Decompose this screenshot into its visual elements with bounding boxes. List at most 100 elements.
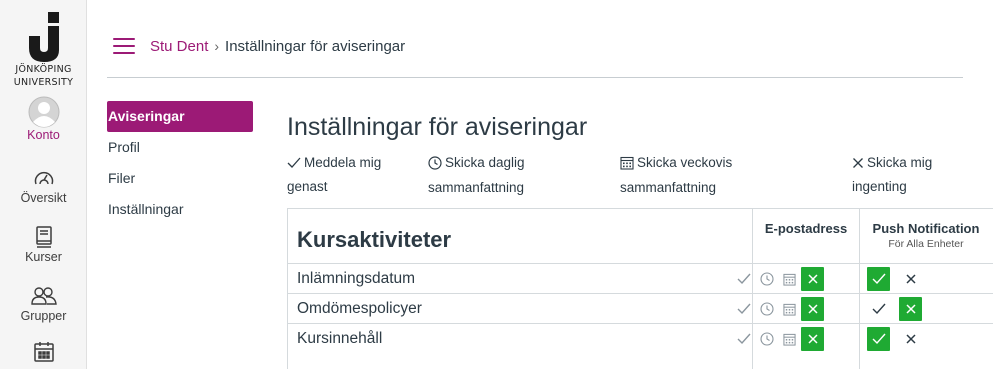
legend-daily: Skicka daglig sammanfattning	[428, 152, 525, 199]
breadcrumb-user-link[interactable]: Stu Dent	[150, 38, 208, 55]
legend-weekly: Skicka veckovis sammanfattning	[620, 152, 732, 199]
notification-preferences-table: Kursaktiviteter E-postadress Push Notifi…	[287, 208, 993, 353]
subnav-item-files[interactable]: Filer	[107, 163, 253, 194]
push-options	[867, 267, 922, 291]
option-never-button[interactable]	[801, 297, 824, 321]
x-icon	[807, 334, 818, 344]
university-logo-mark	[28, 12, 59, 62]
option-daily-button[interactable]	[755, 297, 778, 321]
avatar-icon	[28, 96, 60, 128]
legend-immediately-line1: Meddela mig	[304, 155, 382, 170]
page-title: Inställningar för aviseringar	[287, 113, 588, 141]
row-label: Inlämningsdatum	[297, 270, 416, 287]
x-icon	[905, 304, 916, 314]
legend-immediately: Meddela mig genast	[287, 152, 381, 198]
table-header-row: Kursaktiviteter E-postadress Push Notifi…	[287, 208, 993, 263]
push-column-border	[859, 208, 860, 369]
courses-icon	[35, 224, 53, 250]
email-column-border	[752, 208, 753, 369]
subnav-item-label: Filer	[108, 170, 136, 186]
table-row: Inlämningsdatum	[287, 263, 993, 293]
push-column-subtitle: För Alla Enheter	[888, 238, 964, 250]
option-never-button[interactable]	[801, 327, 824, 351]
breadcrumb-separator: ›	[214, 38, 220, 54]
x-icon	[807, 304, 818, 314]
clock-icon	[759, 332, 774, 346]
push-options	[867, 297, 922, 321]
global-nav-account[interactable]: Konto	[0, 96, 87, 142]
table-row: Kursinnehåll	[287, 323, 993, 353]
subnav-item-settings[interactable]: Inställningar	[107, 194, 253, 225]
x-icon	[905, 274, 916, 284]
check-icon	[872, 333, 886, 345]
dashboard-icon	[33, 165, 55, 191]
email-options	[732, 297, 824, 321]
subnav-item-label: Inställningar	[108, 201, 184, 217]
legend-never: Skicka mig ingenting	[852, 152, 932, 198]
university-logo[interactable]: JÖNKÖPING UNIVERSITY	[0, 0, 87, 92]
legend-immediately-line2: genast	[287, 179, 328, 194]
clock-icon	[428, 156, 442, 170]
legend-never-line1: Skicka mig	[867, 155, 933, 170]
option-never-button[interactable]	[801, 267, 824, 291]
subnav-item-label: Aviseringar	[108, 108, 185, 124]
page-header: Stu Dent › Inställningar för aviseringar	[113, 33, 405, 59]
hamburger-menu-icon[interactable]	[113, 38, 135, 54]
groups-icon	[30, 283, 57, 309]
check-icon	[737, 333, 751, 345]
global-nav-groups[interactable]: Grupper	[0, 283, 87, 323]
option-daily-button[interactable]	[755, 327, 778, 351]
subnav-item-notifications[interactable]: Aviseringar	[107, 101, 253, 132]
option-weekly-button[interactable]	[778, 267, 801, 291]
calendar-week-icon	[620, 156, 634, 170]
account-subnav: Aviseringar Profil Filer Inställningar	[107, 101, 253, 225]
table-left-border	[287, 208, 288, 369]
clock-icon	[759, 272, 774, 286]
global-nav-courses[interactable]: Kurser	[0, 224, 87, 264]
global-nav-groups-label: Grupper	[20, 309, 67, 323]
legend-never-line2: ingenting	[852, 179, 907, 194]
x-icon	[807, 274, 818, 284]
legend-daily-line1: Skicka daglig	[445, 155, 525, 170]
global-nav-account-label: Konto	[27, 128, 60, 142]
legend-weekly-line1: Skicka veckovis	[637, 155, 733, 170]
calendar-week-icon	[783, 273, 796, 286]
breadcrumb-current: Inställningar för aviseringar	[225, 37, 406, 55]
global-navigation: JÖNKÖPING UNIVERSITY Konto Översikt Kurs…	[0, 0, 87, 369]
table-row: Omdömespolicyer	[287, 293, 993, 323]
x-icon	[853, 158, 863, 168]
x-icon	[905, 334, 916, 344]
check-icon	[287, 157, 301, 168]
global-nav-dashboard-label: Översikt	[20, 191, 67, 205]
option-weekly-button[interactable]	[778, 297, 801, 321]
category-title: Kursaktiviteter	[297, 227, 452, 252]
email-options	[732, 267, 824, 291]
logo-text-line1: JÖNKÖPING	[15, 64, 72, 75]
email-options	[732, 327, 824, 351]
header-divider	[107, 77, 963, 78]
check-icon	[872, 273, 886, 285]
option-immediately-button[interactable]	[867, 297, 890, 321]
check-icon	[872, 303, 886, 315]
calendar-week-icon	[783, 333, 796, 346]
check-icon	[737, 273, 751, 285]
push-column-header: Push Notification För Alla Enheter	[859, 221, 993, 250]
subnav-item-profile[interactable]: Profil	[107, 132, 253, 163]
option-daily-button[interactable]	[755, 267, 778, 291]
row-label: Kursinnehåll	[297, 330, 383, 347]
check-icon	[737, 303, 751, 315]
global-nav-calendar[interactable]	[0, 339, 87, 365]
option-immediately-button[interactable]	[867, 327, 890, 351]
legend-daily-line2: sammanfattning	[428, 180, 525, 195]
clock-icon	[759, 302, 774, 316]
global-nav-dashboard[interactable]: Översikt	[0, 165, 87, 205]
push-options	[867, 327, 922, 351]
option-immediately-button[interactable]	[867, 267, 890, 291]
calendar-week-icon	[783, 303, 796, 316]
option-never-button[interactable]	[899, 327, 922, 351]
push-column-title: Push Notification	[872, 221, 980, 236]
option-never-button[interactable]	[899, 267, 922, 291]
option-never-button[interactable]	[899, 297, 922, 321]
option-weekly-button[interactable]	[778, 327, 801, 351]
logo-text-line2: UNIVERSITY	[13, 77, 74, 88]
